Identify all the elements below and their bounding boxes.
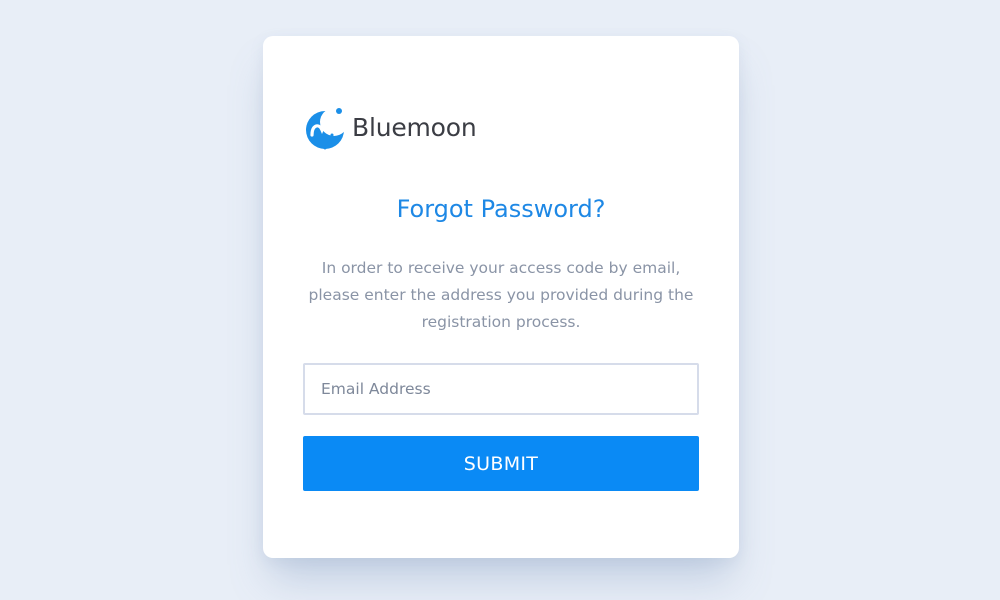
brand-logo: Bluemoon [303,102,477,152]
email-field[interactable] [303,363,699,415]
submit-button[interactable]: SUBMIT [303,436,699,491]
brand-name: Bluemoon [352,112,477,142]
forgot-password-card: Bluemoon Forgot Password? In order to re… [263,36,739,558]
instructions-text: In order to receive your access code by … [308,259,694,331]
page-title: Forgot Password? [396,195,606,223]
moon-m-logo-icon [306,108,348,150]
